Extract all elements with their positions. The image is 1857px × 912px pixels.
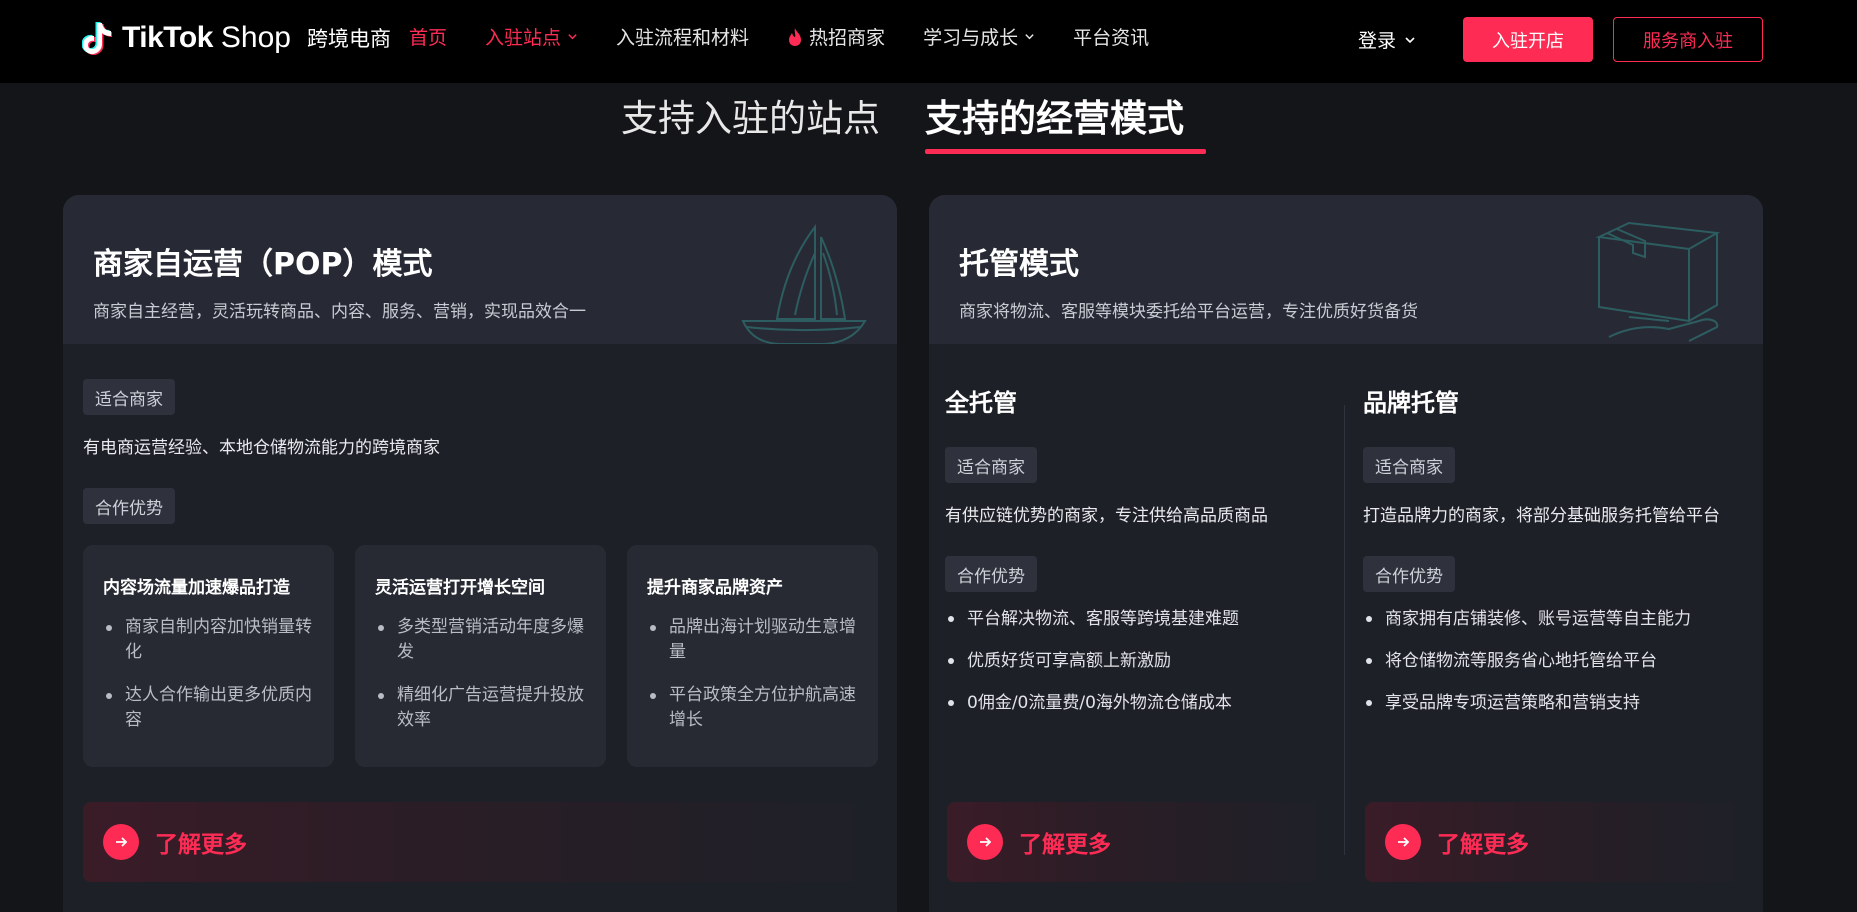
list-item: 享受品牌专项运营策略和营销支持 <box>1363 691 1691 715</box>
pop-card-description: 商家自主经营，灵活玩转商品、内容、服务、营销，实现品效合一 <box>93 302 586 322</box>
list-item: 平台政策全方位护航高速增长 <box>647 683 862 733</box>
full-fit-text: 有供应链优势的商家，专注供给高品质商品 <box>945 506 1268 526</box>
nav-hot-merchants-label: 热招商家 <box>809 27 886 49</box>
learn-more-label: 了解更多 <box>155 832 247 858</box>
open-store-button[interactable]: 入驻开店 <box>1463 17 1593 62</box>
chevron-down-icon <box>1405 36 1415 43</box>
brand-advantage-tag: 合作优势 <box>1363 556 1455 592</box>
advantage-title: 提升商家品牌资产 <box>647 578 783 598</box>
list-item: 商家自制内容加快销量转化 <box>103 615 318 665</box>
managed-mode-card: 托管模式 商家将物流、客服等模块委托给平台运营，专注优质好货备货 全托管 适合商… <box>929 195 1763 912</box>
brand-advantage-list: 商家拥有店铺装修、账号运营等自主能力 将仓储物流等服务省心地托管给平台 享受品牌… <box>1363 607 1691 733</box>
logo-subtitle: 跨境电商 <box>307 27 391 51</box>
full-fit-tag: 适合商家 <box>945 447 1037 483</box>
service-provider-button[interactable]: 服务商入驻 <box>1613 17 1763 62</box>
nav-process[interactable]: 入驻流程和材料 <box>616 23 749 50</box>
advantage-list: 商家自制内容加快销量转化 达人合作输出更多优质内容 <box>103 615 318 751</box>
pop-learn-more-button[interactable]: 了解更多 <box>83 802 877 882</box>
chevron-down-icon <box>568 34 577 40</box>
advantage-title: 灵活运营打开增长空间 <box>375 578 545 598</box>
learn-more-label: 了解更多 <box>1019 832 1111 858</box>
login-dropdown[interactable]: 登录 <box>1358 26 1416 53</box>
advantage-list: 品牌出海计划驱动生意增量 平台政策全方位护航高速增长 <box>647 615 862 751</box>
managed-card-description: 商家将物流、客服等模块委托给平台运营，专注优质好货备货 <box>959 302 1418 322</box>
pop-card-title: 商家自运营（POP）模式 <box>93 247 433 282</box>
brand-fit-tag: 适合商家 <box>1363 447 1455 483</box>
top-navbar: TikTok Shop 跨境电商 首页 入驻站点 入驻流程和材料 热招商家 学习… <box>0 0 1857 83</box>
tab-supported-sites[interactable]: 支持入驻的站点 <box>621 88 880 142</box>
pop-advantage-card: 提升商家品牌资产 品牌出海计划驱动生意增量 平台政策全方位护航高速增长 <box>627 545 878 767</box>
nav-home-label: 首页 <box>409 27 448 49</box>
arrow-right-icon <box>967 824 1003 860</box>
learn-more-label: 了解更多 <box>1437 832 1529 858</box>
column-divider <box>1344 405 1345 855</box>
list-item: 多类型营销活动年度多爆发 <box>375 615 590 665</box>
login-label: 登录 <box>1358 30 1397 52</box>
list-item: 将仓储物流等服务省心地托管给平台 <box>1363 649 1691 673</box>
list-item: 品牌出海计划驱动生意增量 <box>647 615 862 665</box>
list-item: 商家拥有店铺装修、账号运营等自主能力 <box>1363 607 1691 631</box>
nav-process-label: 入驻流程和材料 <box>616 27 750 49</box>
tiktok-logo-icon <box>82 22 112 55</box>
tab-business-models[interactable]: 支持的经营模式 <box>925 88 1184 142</box>
nav-learning[interactable]: 学习与成长 <box>923 23 1035 50</box>
brand-managed-title: 品牌托管 <box>1363 389 1459 417</box>
pop-fit-tag: 适合商家 <box>83 379 175 415</box>
sailboat-icon <box>741 224 867 344</box>
pop-advantage-card: 内容场流量加速爆品打造 商家自制内容加快销量转化 达人合作输出更多优质内容 <box>83 545 334 767</box>
list-item: 达人合作输出更多优质内容 <box>103 683 318 733</box>
list-item: 0佣金/0流量费/0海外物流仓储成本 <box>945 691 1239 715</box>
nav-hot-merchants[interactable]: 热招商家 <box>787 23 885 50</box>
arrow-right-icon <box>103 824 139 860</box>
chevron-down-icon <box>1025 34 1034 40</box>
managed-card-title: 托管模式 <box>959 247 1079 282</box>
pop-advantage-tag: 合作优势 <box>83 488 175 524</box>
managed-card-header: 托管模式 商家将物流、客服等模块委托给平台运营，专注优质好货备货 <box>929 195 1763 344</box>
nav-learning-label: 学习与成长 <box>923 27 1019 49</box>
arrow-right-icon <box>1385 824 1421 860</box>
tiktok-shop-logo[interactable]: TikTok Shop 跨境电商 <box>82 16 391 60</box>
list-item: 精细化广告运营提升投放效率 <box>375 683 590 733</box>
flame-icon <box>789 27 802 46</box>
nav-sites[interactable]: 入驻站点 <box>485 23 578 50</box>
brand-learn-more-button[interactable]: 了解更多 <box>1365 802 1745 882</box>
main-nav: 首页 入驻站点 入驻流程和材料 热招商家 学习与成长 平台资讯 <box>409 23 1187 50</box>
pop-fit-text: 有电商运营经验、本地仓储物流能力的跨境商家 <box>83 438 440 458</box>
pop-advantage-card: 灵活运营打开增长空间 多类型营销活动年度多爆发 精细化广告运营提升投放效率 <box>355 545 606 767</box>
full-advantage-list: 平台解决物流、客服等跨境基建难题 优质好货可享高额上新激励 0佣金/0流量费/0… <box>945 607 1239 733</box>
logo-brand-text: TikTok <box>122 21 213 54</box>
list-item: 平台解决物流、客服等跨境基建难题 <box>945 607 1239 631</box>
nav-home[interactable]: 首页 <box>409 23 447 50</box>
full-advantage-tag: 合作优势 <box>945 556 1037 592</box>
full-managed-title: 全托管 <box>945 389 1017 417</box>
full-learn-more-button[interactable]: 了解更多 <box>947 802 1327 882</box>
pop-mode-card: 商家自运营（POP）模式 商家自主经营，灵活玩转商品、内容、服务、营销，实现品效… <box>63 195 897 912</box>
list-item: 优质好货可享高额上新激励 <box>945 649 1239 673</box>
active-tab-indicator <box>925 149 1206 154</box>
advantage-title: 内容场流量加速爆品打造 <box>103 578 290 598</box>
brand-fit-text: 打造品牌力的商家，将部分基础服务托管给平台 <box>1363 506 1720 526</box>
pop-card-header: 商家自运营（POP）模式 商家自主经营，灵活玩转商品、内容、服务、营销，实现品效… <box>63 195 897 344</box>
package-box-icon <box>1595 221 1721 342</box>
advantage-list: 多类型营销活动年度多爆发 精细化广告运营提升投放效率 <box>375 615 590 751</box>
nav-news-label: 平台资讯 <box>1073 27 1150 49</box>
logo-shop-text: Shop <box>220 21 291 54</box>
nav-sites-label: 入驻站点 <box>485 27 562 49</box>
nav-news[interactable]: 平台资讯 <box>1073 23 1149 50</box>
